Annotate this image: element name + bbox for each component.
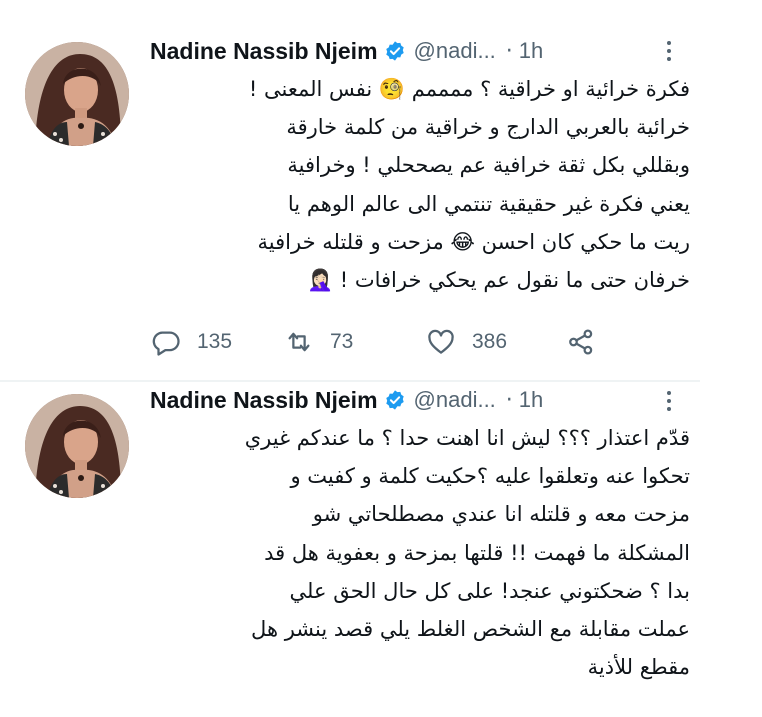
tweet-text-line: عملت مقابلة مع الشخص الغلط يلي قصد ينشر … [251, 617, 690, 642]
tweet-time[interactable]: 1h [519, 38, 543, 64]
tweet[interactable]: Nadine Nassib Njeim @nadi... · 1h قدّم ا… [0, 382, 700, 717]
verified-badge-icon [385, 41, 404, 61]
tweet-header: Nadine Nassib Njeim @nadi... · 1h [150, 36, 543, 66]
verified-badge-icon [385, 390, 404, 410]
tweet-text: قدّم اعتذار ؟؟؟ ليش انا اهنت حدا ؟ ما عن… [148, 419, 690, 686]
heart-icon [428, 329, 454, 354]
tweet-text-line: مقطع للأذية [587, 655, 690, 680]
author-avatar[interactable] [25, 42, 129, 146]
tweet-text-line: يعني فكرة غير حقيقية تنتمي الى عالم الوه… [287, 191, 690, 216]
avatar-photo [25, 394, 129, 498]
tweet-text-line: خرفان حتى ما نقول عم يحكي خرافات ! 🤦🏻‍♀️ [306, 268, 690, 293]
tweet-text-line: ريت ما حكي كان احسن 😂 مزحت و قلتله خرافي… [257, 229, 690, 254]
author-handle[interactable]: @nadi... [414, 387, 496, 413]
separator-dot: · [505, 387, 513, 413]
tweet-text-line: بدا ؟ ضحكتوني عنجد! على كل حال الحق علي [289, 578, 690, 603]
tweet-text-line: فكرة خرائية او خراقية ؟ ممممم 🧐 نفس المع… [248, 77, 690, 101]
tweet-text-line: وبقللي بكل ثقة خرافية عم يصححلي ! وخرافي… [287, 153, 690, 178]
share-icon [569, 329, 593, 355]
reply-icon [152, 331, 180, 356]
tweet-text-line: خرائية بالعربي الدارج و خراقية من كلمة خ… [286, 115, 690, 140]
tweet-header: Nadine Nassib Njeim @nadi... · 1h [150, 385, 543, 415]
reply-button[interactable]: 135 [151, 322, 232, 362]
retweet-count: 73 [330, 330, 354, 353]
like-button[interactable]: 386 [426, 322, 507, 362]
tweet-text: فكرة خرائية او خراقية ؟ ممممم 🧐 نفس المع… [148, 70, 690, 299]
like-count: 386 [472, 330, 508, 353]
retweet-button[interactable]: 73 [284, 322, 353, 362]
tweet-text-line: تحكوا عنه وتعلقوا عليه ؟حكيت كلمة و كفيت… [290, 464, 690, 489]
share-button[interactable] [566, 322, 596, 362]
more-options-icon[interactable] [664, 388, 674, 416]
tweet-text-line: المشكلة ما فهمت !! قلتها بمزحة و بعفوية … [264, 540, 690, 565]
author-avatar[interactable] [25, 394, 129, 498]
tweet-text-line: قدّم اعتذار ؟؟؟ ليش انا اهنت حدا ؟ ما عن… [244, 426, 690, 450]
tweet-time[interactable]: 1h [519, 387, 543, 413]
separator-dot: · [505, 38, 513, 64]
author-handle[interactable]: @nadi... [414, 38, 496, 64]
tweet-text-line: مزحت معه و قلتله انا عندي مصطلحاتي شو [312, 502, 690, 527]
author-name[interactable]: Nadine Nassib Njeim [150, 387, 378, 414]
author-name[interactable]: Nadine Nassib Njeim [150, 38, 378, 65]
avatar-photo [25, 42, 129, 146]
reply-count: 135 [197, 330, 233, 353]
tweet[interactable]: Nadine Nassib Njeim @nadi... · 1h فكرة خ… [0, 0, 700, 381]
tweet-actions: 135 73 386 [148, 322, 608, 362]
retweet-icon [288, 332, 310, 352]
more-options-icon[interactable] [664, 38, 674, 66]
